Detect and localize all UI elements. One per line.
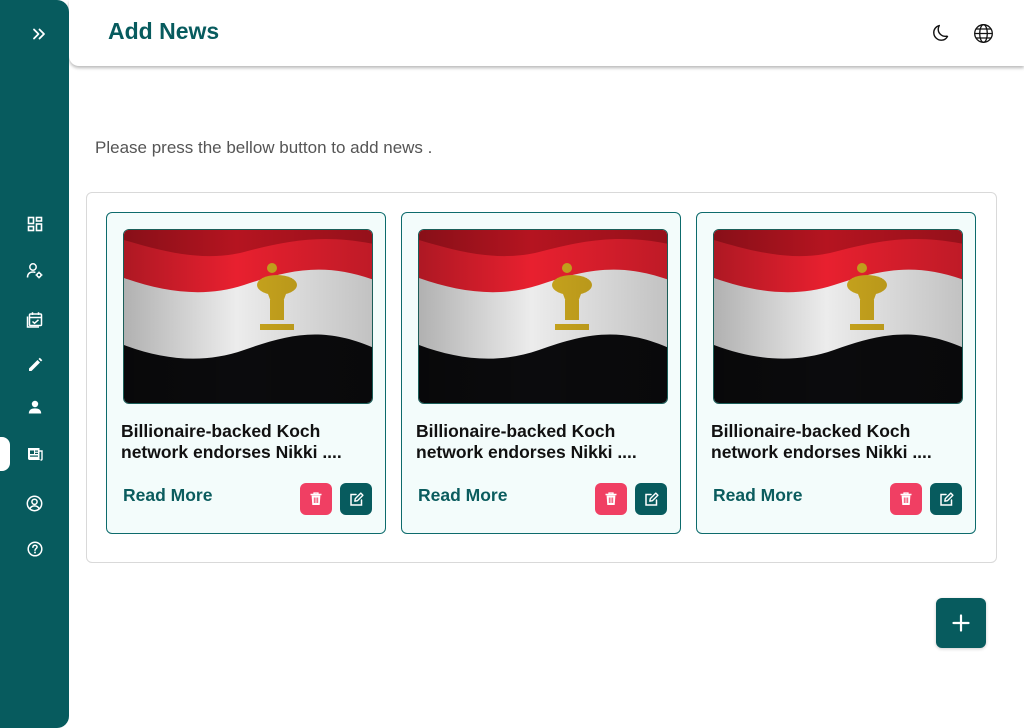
help-icon xyxy=(26,541,43,557)
edit-icon xyxy=(644,491,659,506)
language-button[interactable] xyxy=(972,22,994,44)
sidebar-item-user-settings[interactable] xyxy=(0,252,69,288)
globe-icon xyxy=(973,23,993,43)
trash-icon xyxy=(900,492,912,505)
delete-button[interactable] xyxy=(890,483,922,515)
news-list: Billionaire-backed Koch network endorses… xyxy=(86,192,997,563)
dashboard-icon xyxy=(27,216,42,232)
user-icon xyxy=(28,400,41,414)
sidebar-item-calendar[interactable] xyxy=(0,301,69,337)
news-card: Billionaire-backed Koch network endorses… xyxy=(401,212,681,534)
read-more-link[interactable]: Read More xyxy=(418,485,507,506)
moon-icon xyxy=(933,24,949,41)
add-news-button[interactable] xyxy=(936,598,986,648)
sidebar-item-user[interactable] xyxy=(0,389,69,425)
delete-button[interactable] xyxy=(300,483,332,515)
read-more-link[interactable]: Read More xyxy=(123,485,212,506)
intro-text: Please press the bellow button to add ne… xyxy=(95,138,433,157)
sidebar-item-news[interactable] xyxy=(0,436,69,472)
calendar-check-icon xyxy=(26,311,43,328)
news-image xyxy=(123,229,373,404)
news-card: Billionaire-backed Koch network endorses… xyxy=(106,212,386,534)
news-title: Billionaire-backed Koch network endorses… xyxy=(121,421,342,462)
trash-icon xyxy=(605,492,617,505)
edit-button[interactable] xyxy=(635,483,667,515)
theme-toggle-button[interactable] xyxy=(930,22,952,44)
account-circle-icon xyxy=(26,495,43,511)
news-icon xyxy=(27,448,43,461)
edit-icon xyxy=(939,491,954,506)
sidebar-item-edit[interactable] xyxy=(0,347,69,383)
edit-icon xyxy=(349,491,364,506)
news-title: Billionaire-backed Koch network endorses… xyxy=(416,421,637,462)
edit-button[interactable] xyxy=(340,483,372,515)
edit-button[interactable] xyxy=(930,483,962,515)
news-image xyxy=(418,229,668,404)
sidebar xyxy=(0,0,69,728)
user-settings-icon xyxy=(26,262,43,278)
plus-icon xyxy=(952,614,970,632)
news-title: Billionaire-backed Koch network endorses… xyxy=(711,421,932,462)
page-title: Add News xyxy=(108,18,220,44)
news-image xyxy=(713,229,963,404)
top-header: Add News xyxy=(69,0,1024,66)
trash-icon xyxy=(310,492,322,505)
delete-button[interactable] xyxy=(595,483,627,515)
sidebar-toggle-button[interactable] xyxy=(28,24,50,44)
read-more-link[interactable]: Read More xyxy=(713,485,802,506)
pencil-icon xyxy=(28,357,42,371)
sidebar-item-account[interactable] xyxy=(0,485,69,521)
sidebar-item-dashboard[interactable] xyxy=(0,206,69,242)
news-card: Billionaire-backed Koch network endorses… xyxy=(696,212,976,534)
double-chevron-right-icon xyxy=(33,28,45,40)
sidebar-item-help[interactable] xyxy=(0,531,69,567)
